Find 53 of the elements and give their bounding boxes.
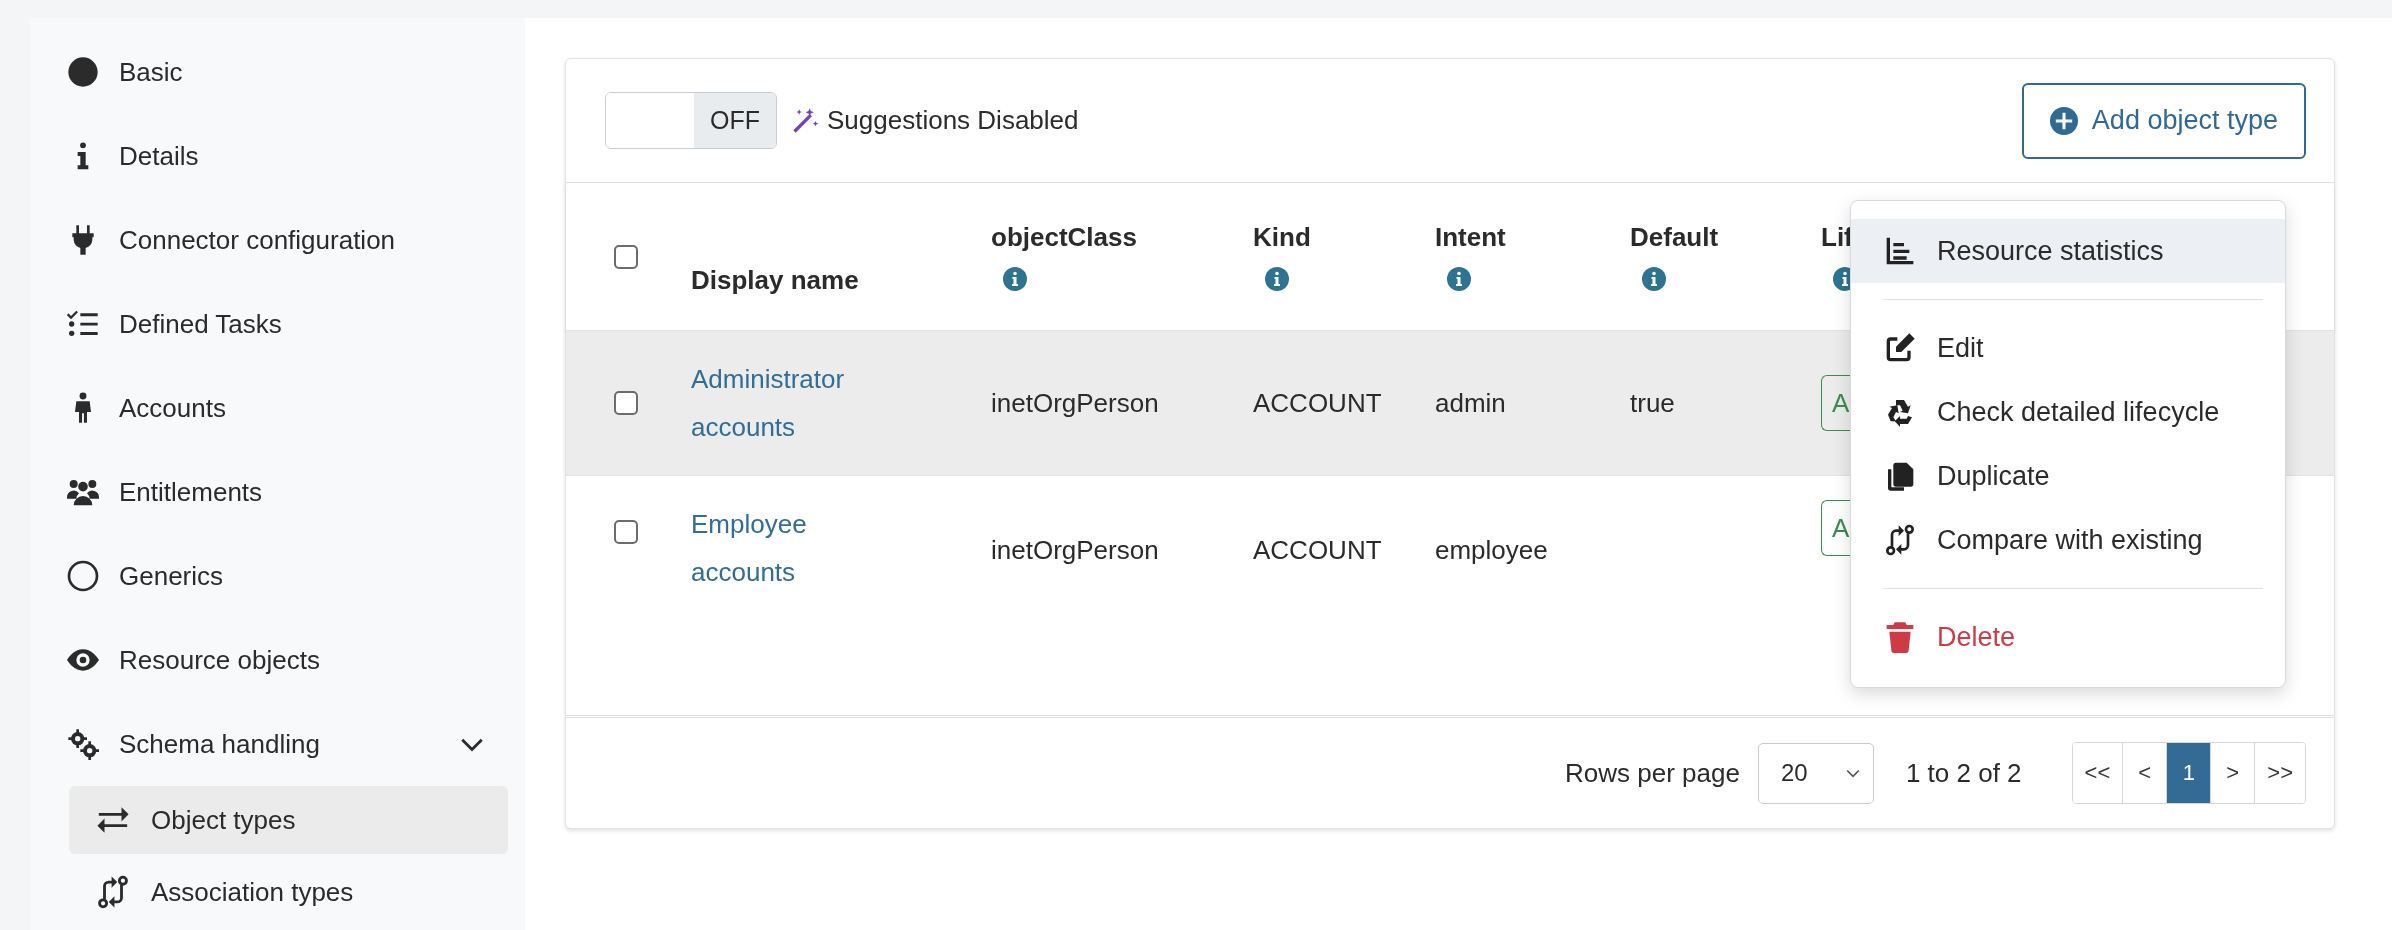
page-button[interactable]: 1 (2166, 743, 2211, 803)
sidebar-item[interactable]: Connector configuration (30, 198, 525, 282)
circle-outline-icon (67, 560, 99, 592)
sidebar-item[interactable]: Basic (30, 30, 525, 114)
info-icon (1642, 267, 1666, 291)
sidebar-item[interactable]: Entitlements (30, 450, 525, 534)
info-icon (1003, 267, 1027, 291)
sidebar-item[interactable]: Generics (30, 534, 525, 618)
suggestions-toggle[interactable]: OFF (605, 92, 777, 149)
page-range: 1 to 2 of 2 (1905, 757, 2022, 789)
table-cell: employee (1435, 535, 1548, 565)
rows-per-page-label: Rows per page (1565, 757, 1740, 789)
menu-item[interactable]: Resource statistics (1851, 219, 2285, 283)
connection-arrows-icon (96, 875, 130, 909)
table-cell: ACCOUNT (1253, 535, 1382, 565)
bar-list-icon (1884, 235, 1916, 267)
circle-icon (67, 56, 99, 88)
plus-circle-icon (2049, 106, 2078, 135)
column-header: objectClass (991, 222, 1138, 253)
table-cell: admin (1435, 387, 1506, 418)
magic-wand-icon (791, 106, 819, 135)
checkbox[interactable] (614, 244, 638, 269)
display-name-link[interactable]: Employee accounts (691, 500, 911, 596)
menu-item[interactable]: Compare with existing (1851, 508, 2285, 572)
info-icon (1265, 267, 1289, 291)
column-header: Intent (1435, 222, 1507, 253)
add-object-type-button[interactable]: Add object type (2021, 82, 2306, 159)
sidebar-item[interactable]: Details (30, 114, 525, 198)
rows-per-page-select[interactable]: 20 (1757, 742, 1874, 804)
suggestions-status: Suggestions Disabled (827, 105, 1079, 136)
sidebar-subitem[interactable]: Association types (69, 858, 508, 926)
trash-icon (1884, 621, 1916, 653)
edit-icon (1884, 332, 1916, 364)
column-header: Default (1630, 222, 1720, 253)
column-header: Display name (691, 265, 860, 296)
column-header: Kind (1253, 222, 1312, 253)
checkbox[interactable] (614, 520, 638, 544)
menu-item[interactable]: Check detailed lifecycle (1851, 380, 2285, 444)
menu-item[interactable]: Delete (1851, 605, 2285, 669)
table-cell: ACCOUNT (1253, 387, 1382, 418)
sidebar-item[interactable]: Resource objects (30, 618, 525, 702)
table-cell: true (1630, 387, 1675, 418)
compare-arrows-icon (1884, 524, 1916, 556)
sidebar-subitem[interactable]: Object types (69, 786, 508, 854)
info-icon (1447, 267, 1471, 291)
display-name-link[interactable]: Administrator accounts (691, 355, 911, 451)
table-cell: inetOrgPerson (991, 535, 1159, 565)
checkbox[interactable] (614, 391, 638, 415)
sidebar-item[interactable]: Schema handling (30, 702, 525, 786)
table-cell: inetOrgPerson (991, 387, 1159, 418)
sidebar-item[interactable]: Defined Tasks (30, 282, 525, 366)
page-button[interactable]: >> (2254, 743, 2305, 803)
sidebar-item[interactable]: Accounts (30, 366, 525, 450)
